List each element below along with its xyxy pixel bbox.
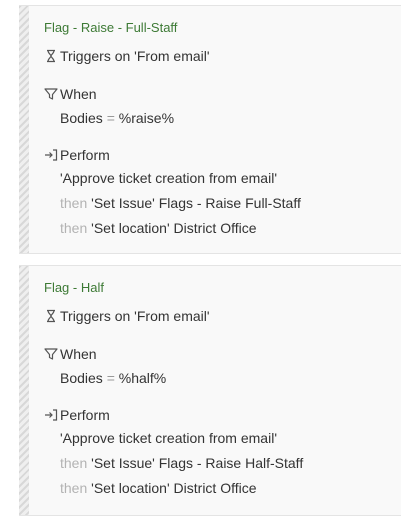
hourglass-icon [47, 49, 55, 63]
action-prefix: then [60, 480, 88, 496]
rule-title[interactable]: Flag - Raise - Full-Staff [44, 20, 177, 35]
action-name: 'Set Issue' [91, 195, 155, 211]
action-name: 'Approve ticket creation from email' [60, 170, 277, 186]
action-prefix: then [60, 195, 88, 211]
condition-field: Bodies [60, 110, 103, 126]
action-detail: Flags - Raise Half-Staff [158, 455, 304, 471]
condition: Bodies = %raise% [60, 110, 174, 126]
action-prefix: then [60, 220, 88, 236]
trigger-text: Triggers on 'From email' [60, 308, 210, 324]
perform-label: Perform [60, 407, 110, 423]
rule-card[interactable]: Flag - Raise - Full-Staff Triggers on 'F… [19, 5, 401, 254]
rule-card[interactable]: Flag - Half Triggers on 'From email' Whe… [19, 265, 401, 516]
trigger-row: Triggers on 'From email' [44, 308, 210, 324]
filter-icon [44, 348, 58, 360]
trigger-row: Triggers on 'From email' [44, 48, 210, 64]
when-row: When [44, 346, 97, 362]
condition-operator: = [106, 370, 115, 386]
condition-value: %raise% [118, 110, 175, 126]
action-item: 'Approve ticket creation from email' [60, 430, 277, 446]
condition-field: Bodies [60, 370, 103, 386]
action-item: 'Approve ticket creation from email' [60, 170, 277, 186]
action-item: then 'Set location' District Office [60, 220, 257, 236]
perform-label: Perform [60, 147, 110, 163]
action-detail: District Office [173, 220, 257, 236]
when-label: When [60, 86, 97, 102]
action-detail: Flags - Raise Full-Staff [158, 195, 301, 211]
action-item: then 'Set location' District Office [60, 480, 257, 496]
action-name: 'Set location' [91, 480, 170, 496]
hourglass-icon [47, 309, 55, 323]
sign-in-arrow-icon [45, 409, 58, 421]
action-detail: District Office [173, 480, 257, 496]
action-name: 'Approve ticket creation from email' [60, 430, 277, 446]
action-prefix: then [60, 455, 88, 471]
condition-value: %half% [118, 370, 167, 386]
action-name: 'Set Issue' [91, 455, 155, 471]
when-label: When [60, 346, 97, 362]
perform-row: Perform [44, 407, 110, 423]
condition-operator: = [106, 110, 115, 126]
action-item: then 'Set Issue' Flags - Raise Half-Staf… [60, 455, 303, 471]
action-name: 'Set location' [91, 220, 170, 236]
perform-row: Perform [44, 147, 110, 163]
condition: Bodies = %half% [60, 370, 166, 386]
action-item: then 'Set Issue' Flags - Raise Full-Staf… [60, 195, 301, 211]
sign-in-arrow-icon [45, 149, 58, 161]
when-row: When [44, 86, 97, 102]
filter-icon [44, 88, 58, 100]
trigger-text: Triggers on 'From email' [60, 48, 210, 64]
rule-title[interactable]: Flag - Half [44, 280, 104, 295]
